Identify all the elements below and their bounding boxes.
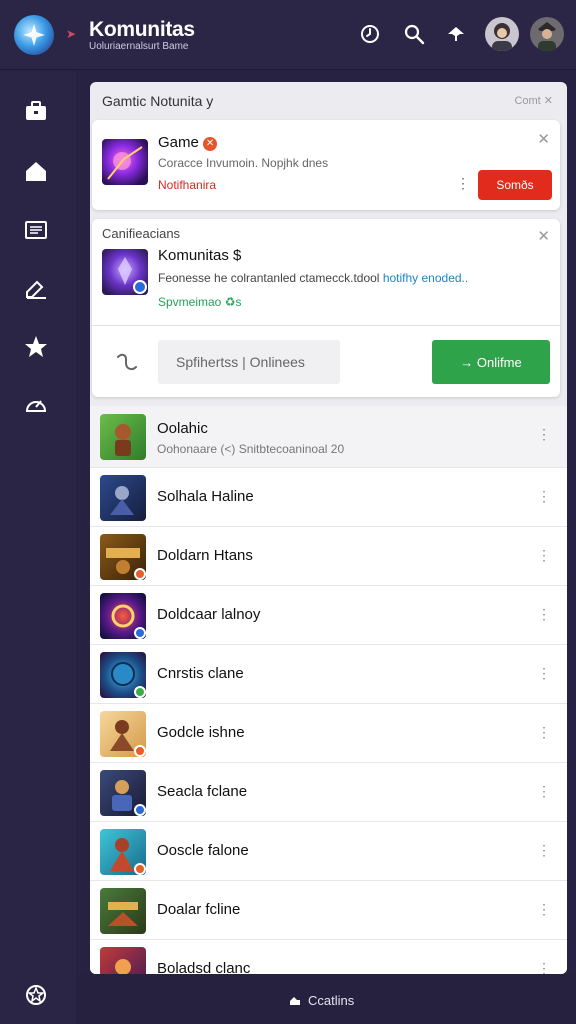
list-item[interactable]: Boladsd clanc ⋮ xyxy=(90,940,567,974)
game-thumbnail xyxy=(100,947,146,974)
more-options-icon[interactable]: ⋮ xyxy=(537,960,551,974)
list-item[interactable]: Seacla fclane ⋮ xyxy=(90,763,567,822)
sidebar xyxy=(0,71,76,1024)
settings-icon[interactable] xyxy=(22,981,50,1009)
community-status-text: Spvmeimao ♻s xyxy=(158,295,242,309)
list-item[interactable]: Solhala Haline ⋮ xyxy=(90,468,567,527)
game-name: Boladsd clanc xyxy=(157,960,251,974)
game-thumbnail xyxy=(100,770,146,816)
game-thumbnail xyxy=(100,593,146,639)
list-item[interactable]: Doldarn Htans ⋮ xyxy=(90,527,567,586)
more-options-icon[interactable]: ⋮ xyxy=(537,842,551,859)
app-logo[interactable] xyxy=(14,15,54,55)
bottom-bar-label[interactable]: Ccatlins xyxy=(308,993,354,1008)
more-options-icon[interactable]: ⋮ xyxy=(537,488,551,505)
community-description-link[interactable]: hotifhy enoded.. xyxy=(383,271,468,285)
game-thumbnail xyxy=(100,711,146,757)
app-header: ➤ Komunitas Uoluriaernalsurt Bame xyxy=(0,0,576,70)
community-description: Feonesse he colrantanled ctamecck.tdool … xyxy=(158,271,469,285)
more-options-icon[interactable]: ⋮ xyxy=(537,547,551,564)
game-thumbnail xyxy=(100,829,146,875)
share-link-icon[interactable] xyxy=(114,349,140,375)
list-icon[interactable] xyxy=(22,216,50,244)
community-input[interactable]: Spfihertss | Onlinees xyxy=(158,340,340,384)
game-name: Cnrstis clane xyxy=(157,665,244,682)
game-name: Doldcaar lalnoy xyxy=(157,606,261,623)
home-icon[interactable] xyxy=(22,157,50,185)
list-item[interactable]: Doldcaar lalnoy ⋮ xyxy=(90,586,567,645)
community-thumbnail xyxy=(102,249,148,295)
game-thumbnail xyxy=(100,475,146,521)
close-icon[interactable]: ✕ xyxy=(537,130,550,148)
community-card-header: Canifieacians xyxy=(102,226,181,241)
notification-card: Game ✕ Coracce Invumoin. Nopjhk dnes Not… xyxy=(92,120,560,210)
notification-action-button[interactable]: Somðs xyxy=(478,170,552,200)
search-icon[interactable] xyxy=(402,22,426,46)
gauge-icon[interactable] xyxy=(22,391,50,419)
star-logo-icon xyxy=(23,24,45,46)
game-list: Oolahic Oohonaare (<) Snitbtecoaninoal 2… xyxy=(90,406,567,974)
community-title: Komunitas $ xyxy=(158,247,242,264)
list-item[interactable]: Doalar fcline ⋮ xyxy=(90,881,567,940)
more-options-icon[interactable]: ⋮ xyxy=(537,724,551,741)
user-avatar-2[interactable] xyxy=(530,17,564,51)
notification-status: Notifhanira xyxy=(158,178,217,192)
briefcase-icon[interactable] xyxy=(22,97,50,125)
game-name: Doalar fcline xyxy=(157,901,241,918)
more-options-icon[interactable]: ⋮ xyxy=(537,901,551,918)
history-icon[interactable] xyxy=(358,22,382,46)
edit-icon[interactable] xyxy=(22,275,50,303)
list-item[interactable]: Cnrstis clane ⋮ xyxy=(90,645,567,704)
game-name: Oolahic xyxy=(157,420,208,437)
more-options-icon[interactable]: ⋮ xyxy=(456,175,470,192)
game-thumbnail xyxy=(102,139,148,185)
notification-bell-icon[interactable] xyxy=(444,22,468,46)
star-icon[interactable] xyxy=(22,333,50,361)
list-item[interactable]: Oolahic Oohonaare (<) Snitbtecoaninoal 2… xyxy=(90,406,567,468)
panel-title: Gamtic Notunita y xyxy=(102,93,214,109)
game-thumbnail xyxy=(100,534,146,580)
more-options-icon[interactable]: ⋮ xyxy=(537,783,551,800)
bottom-bar: Ccatlins xyxy=(76,974,576,1024)
more-options-icon[interactable]: ⋮ xyxy=(537,606,551,623)
game-name: Seacla fclane xyxy=(157,783,248,800)
game-thumbnail xyxy=(100,888,146,934)
more-options-icon[interactable]: ⋮ xyxy=(537,665,551,682)
close-icon[interactable]: ✕ xyxy=(537,227,550,245)
app-title: Komunitas xyxy=(89,18,195,41)
community-panel: Gamtic Notunita y Comt ✕ Game ✕ Coracce … xyxy=(90,82,567,974)
list-item[interactable]: Ooscle falone ⋮ xyxy=(90,822,567,881)
game-name: Ooscle falone xyxy=(157,842,249,859)
app-subtitle: Uoluriaernalsurt Bame xyxy=(89,41,189,52)
user-avatar-1[interactable] xyxy=(485,17,519,51)
close-badge-icon: ✕ xyxy=(203,137,218,151)
panel-close-button[interactable]: Comt ✕ xyxy=(514,94,553,107)
divider xyxy=(92,325,560,326)
community-card: Canifieacians ✕ Komunitas $ Feonesse he … xyxy=(92,219,560,397)
game-name: Godcle ishne xyxy=(157,724,245,741)
game-thumbnail xyxy=(100,652,146,698)
panel-header: Gamtic Notunita y Comt ✕ xyxy=(90,82,567,118)
list-item[interactable]: Godcle ishne ⋮ xyxy=(90,704,567,763)
more-options-icon[interactable]: ⋮ xyxy=(537,426,551,443)
game-name: Doldarn Htans xyxy=(157,547,253,564)
back-arrow-icon[interactable]: ➤ xyxy=(66,27,76,41)
community-icon xyxy=(290,997,300,1005)
go-online-button[interactable]: → Onlifme xyxy=(432,340,550,384)
game-name: Solhala Haline xyxy=(157,488,254,505)
notification-subtitle: Coracce Invumoin. Nopjhk dnes xyxy=(158,156,329,170)
game-thumbnail xyxy=(100,414,146,460)
notification-title: Game ✕ xyxy=(158,134,218,151)
game-subtitle: Oohonaare (<) Snitbtecoaninoal 20 xyxy=(157,442,345,456)
